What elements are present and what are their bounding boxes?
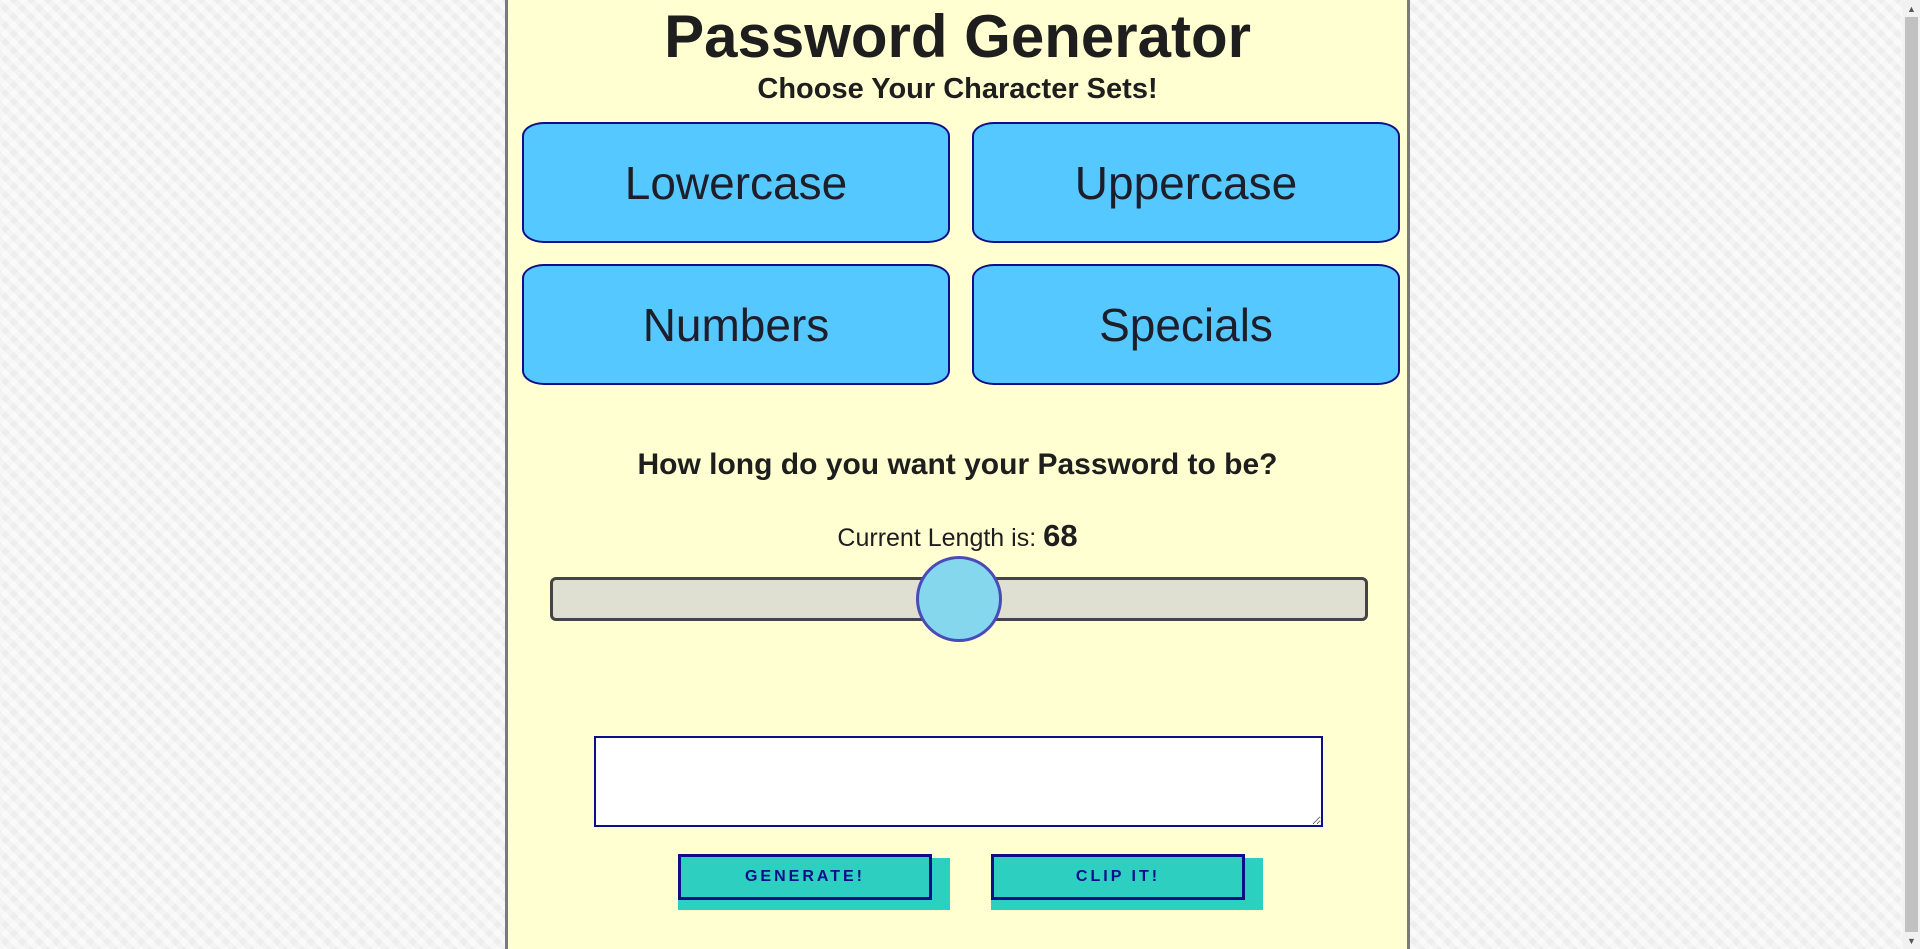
current-length-label: Current Length is: [837,524,1044,552]
password-output[interactable] [594,736,1323,827]
generate-button[interactable]: GENERATE! [678,854,932,900]
length-question: How long do you want your Password to be… [637,448,1278,481]
numbers-button[interactable]: Numbers [522,264,950,385]
uppercase-button[interactable]: Uppercase [972,122,1400,243]
generator-panel: Password Generator Choose Your Character… [505,0,1410,949]
page-subtitle: Choose Your Character Sets! [757,73,1158,105]
page-title: Password Generator [664,3,1251,70]
scrollbar-thumb[interactable] [1905,17,1918,932]
current-length-line: Current Length is: 68 [508,518,1407,554]
scroll-up-arrow-icon[interactable]: ▲ [1903,0,1920,17]
lowercase-button[interactable]: Lowercase [522,122,950,243]
specials-button[interactable]: Specials [972,264,1400,385]
page-scrollbar[interactable]: ▲ ▼ [1903,0,1920,949]
clip-button-wrapper: CLIP IT! [991,854,1263,910]
current-length-value: 68 [1043,518,1078,553]
length-slider-thumb[interactable] [916,556,1002,642]
clip-button[interactable]: CLIP IT! [991,854,1245,900]
generate-button-wrapper: GENERATE! [678,854,950,910]
scroll-down-arrow-icon[interactable]: ▼ [1903,932,1920,949]
